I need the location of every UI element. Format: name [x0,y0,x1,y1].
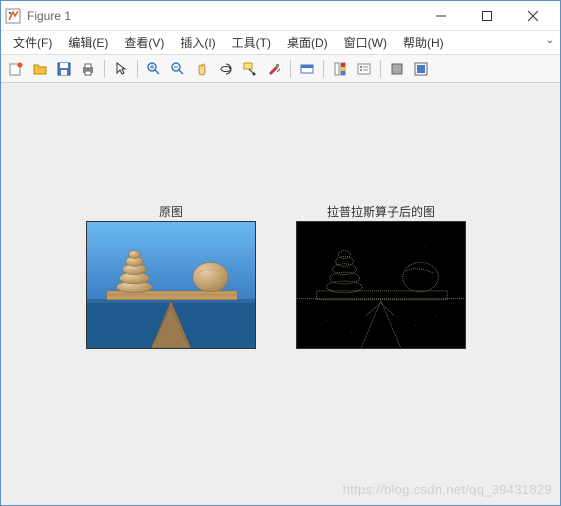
link-data-button[interactable] [296,58,318,80]
maximize-button[interactable] [464,2,510,30]
menu-desktop[interactable]: 桌面(D) [279,31,336,54]
menu-file[interactable]: 文件(F) [5,31,60,54]
save-button[interactable] [53,58,75,80]
zoom-in-button[interactable] [143,58,165,80]
menu-edit[interactable]: 编辑(E) [60,31,116,54]
subplot-laplacian-image[interactable] [296,221,466,349]
window-controls [418,2,556,30]
figure-canvas[interactable]: 原图 拉普拉斯算子后的图 [1,83,560,505]
matlab-figure-icon [5,8,21,24]
menubar: 文件(F) 编辑(E) 查看(V) 插入(I) 工具(T) 桌面(D) 窗口(W… [1,31,560,55]
rotate-3d-button[interactable] [215,58,237,80]
subplot-original-image[interactable] [86,221,256,349]
brush-button[interactable] [263,58,285,80]
subplot-title-left: 原图 [86,203,256,220]
subplot-title-right: 拉普拉斯算子后的图 [296,203,466,220]
toolbar-separator [137,60,138,78]
pan-button[interactable] [191,58,213,80]
insert-colorbar-button[interactable] [329,58,351,80]
toolbar-separator [380,60,381,78]
menu-tools[interactable]: 工具(T) [224,31,279,54]
toolbar-separator [104,60,105,78]
menu-window[interactable]: 窗口(W) [336,31,395,54]
toolbar [1,55,560,83]
zoom-out-button[interactable] [167,58,189,80]
titlebar: Figure 1 [1,1,560,31]
menu-help[interactable]: 帮助(H) [395,31,452,54]
open-button[interactable] [29,58,51,80]
data-cursor-button[interactable] [239,58,261,80]
toolbar-separator [290,60,291,78]
menu-view[interactable]: 查看(V) [116,31,172,54]
window-title: Figure 1 [27,9,418,23]
insert-legend-button[interactable] [353,58,375,80]
show-plot-tools-button[interactable] [410,58,432,80]
hide-plot-tools-button[interactable] [386,58,408,80]
watermark-text: https://blog.csdn.net/qq_39431829 [343,482,552,497]
menu-insert[interactable]: 插入(I) [172,31,223,54]
menu-overflow-icon[interactable]: ⌄ [546,35,554,46]
pointer-button[interactable] [110,58,132,80]
minimize-button[interactable] [418,2,464,30]
print-button[interactable] [77,58,99,80]
close-button[interactable] [510,2,556,30]
toolbar-separator [323,60,324,78]
new-figure-button[interactable] [5,58,27,80]
